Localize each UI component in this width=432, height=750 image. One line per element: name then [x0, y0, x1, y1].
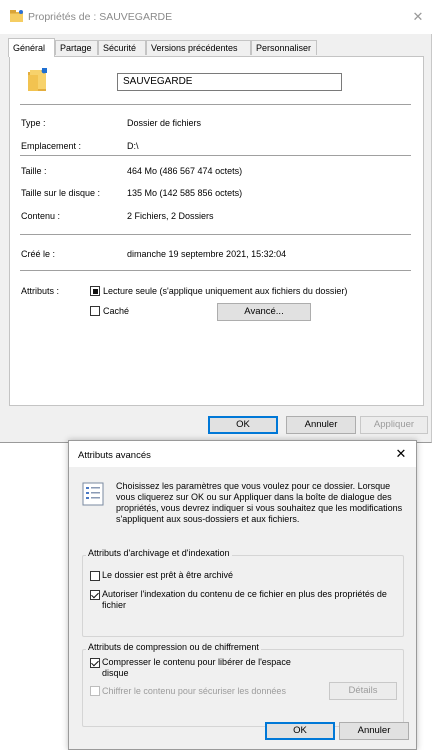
window-title: Propriétés de : SAUVEGARDE [28, 11, 173, 23]
size-on-disk-label: Taille sur le disque : [21, 188, 101, 198]
tab-previous-versions[interactable]: Versions précédentes [146, 40, 251, 55]
advanced-attributes-dialog: Attributs avancés ✕ Choisissez les param… [68, 440, 417, 750]
contents-label: Contenu : [21, 211, 61, 221]
readonly-label: Lecture seule (s'applique uniquement aux… [103, 286, 348, 296]
index-checkbox[interactable] [90, 590, 100, 600]
advanced-button[interactable]: Avancé... [217, 303, 311, 321]
tab-sharing[interactable]: Partage [55, 40, 98, 55]
hidden-checkbox[interactable] [90, 306, 100, 316]
dialog-ok-button[interactable]: OK [265, 722, 335, 740]
type-label: Type : [21, 118, 46, 128]
location-label: Emplacement : [21, 141, 82, 151]
tab-security[interactable]: Sécurité [98, 40, 146, 55]
encrypt-checkbox[interactable] [90, 686, 100, 696]
dialog-description: Choisissez les paramètres que vous voule… [116, 481, 403, 524]
contents-value: 2 Fichiers, 2 Dossiers [127, 211, 214, 221]
attributes-label: Attributs : [21, 286, 60, 296]
encrypt-label: Chiffrer le contenu pour sécuriser les d… [102, 686, 286, 696]
index-label: Autoriser l'indexation du contenu de ce … [102, 589, 387, 610]
archive-label: Le dossier est prêt à être archivé [102, 570, 234, 580]
dialog-title: Attributs avancés [78, 450, 151, 461]
tab-bar: Général Partage Sécurité Versions précéd… [0, 38, 432, 57]
tab-general[interactable]: Général [8, 38, 55, 57]
details-button[interactable]: Détails [329, 682, 397, 700]
properties-window: Propriétés de : SAUVEGARDE ✕ Général Par… [0, 0, 432, 443]
created-value: dimanche 19 septembre 2021, 15:32:04 [127, 249, 287, 259]
type-value: Dossier de fichiers [127, 118, 202, 128]
folder-icon [10, 10, 23, 22]
location-value: D:\ [127, 141, 139, 151]
compress-checkbox[interactable] [90, 658, 100, 668]
cancel-button[interactable]: Annuler [286, 416, 356, 434]
close-icon[interactable]: ✕ [391, 444, 411, 464]
large-folder-icon [28, 68, 47, 91]
general-panel [9, 56, 424, 406]
readonly-checkbox[interactable] [90, 286, 100, 296]
compression-group-title: Attributs de compression ou de chiffreme… [86, 642, 261, 652]
apply-button[interactable]: Appliquer [360, 416, 428, 434]
divider [20, 104, 411, 105]
document-settings-icon [82, 482, 104, 506]
folder-name-field[interactable]: SAUVEGARDE [117, 73, 342, 91]
size-value: 464 Mo (486 567 474 octets) [127, 166, 243, 176]
divider [20, 155, 411, 156]
compress-label: Compresser le contenu pour libérer de l'… [102, 657, 291, 678]
archive-group-title: Attributs d'archivage et d'indexation [86, 548, 232, 558]
divider [20, 234, 411, 235]
size-label: Taille : [21, 166, 47, 176]
created-label: Créé le : [21, 249, 56, 259]
ok-button[interactable]: OK [208, 416, 278, 434]
dialog-title-bar: Attributs avancés ✕ [69, 441, 416, 467]
hidden-label: Caché [103, 306, 130, 316]
size-on-disk-value: 135 Mo (142 585 856 octets) [127, 188, 243, 198]
archive-checkbox[interactable] [90, 571, 100, 581]
divider [20, 270, 411, 271]
title-bar: Propriétés de : SAUVEGARDE ✕ [0, 0, 432, 34]
dialog-cancel-button[interactable]: Annuler [339, 722, 409, 740]
close-icon[interactable]: ✕ [408, 7, 428, 27]
tab-customize[interactable]: Personnaliser [251, 40, 317, 55]
